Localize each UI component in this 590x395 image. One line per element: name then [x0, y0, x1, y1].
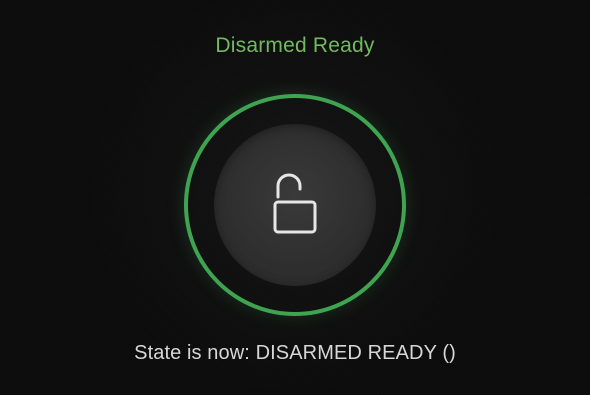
status-message: State is now: DISARMED READY () — [134, 342, 456, 364]
status-title: Disarmed Ready — [215, 34, 375, 57]
lock-button-face[interactable] — [214, 124, 376, 286]
arm-toggle-button[interactable] — [184, 94, 406, 316]
unlocked-padlock-icon — [273, 173, 317, 234]
